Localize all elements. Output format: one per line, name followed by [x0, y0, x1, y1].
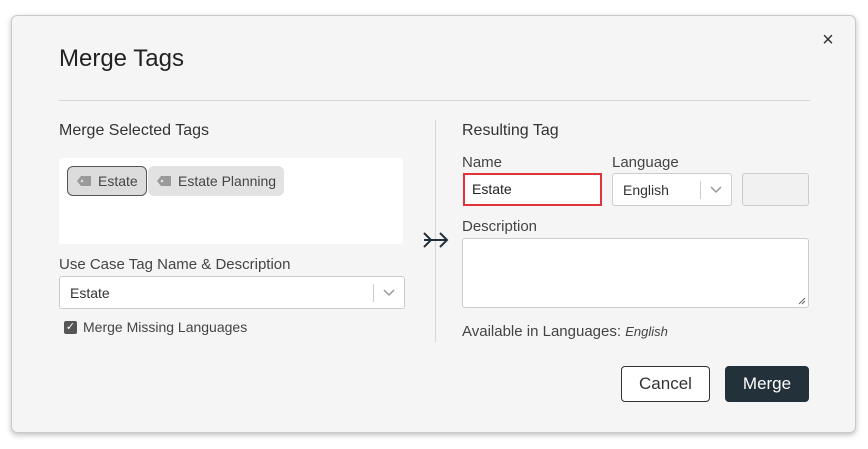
tag-chip-label: Estate Planning — [178, 173, 277, 189]
use-case-label: Use Case Tag Name & Description — [59, 256, 291, 273]
language-extra-field[interactable] — [742, 173, 809, 206]
chevron-down-icon — [374, 286, 404, 300]
language-select[interactable]: English — [612, 173, 732, 206]
tag-chip-estate-planning[interactable]: Estate Planning — [148, 166, 285, 196]
header-divider — [59, 100, 810, 101]
name-label: Name — [462, 154, 503, 171]
language-value: English — [623, 181, 669, 198]
tag-chip-estate[interactable]: Estate — [67, 166, 147, 196]
merge-button[interactable]: Merge — [725, 366, 809, 402]
resize-handle-icon[interactable] — [798, 297, 806, 305]
chevron-down-icon — [701, 183, 731, 197]
use-case-value: Estate — [70, 284, 110, 301]
merge-missing-checkbox[interactable]: ✓ — [64, 321, 77, 334]
merge-missing-label: Merge Missing Languages — [83, 319, 248, 335]
tag-chip-label: Estate — [98, 173, 138, 189]
selected-tags-box: Estate Estate Planning — [59, 158, 403, 244]
merge-arrow-icon — [423, 232, 449, 248]
use-case-select[interactable]: Estate — [59, 276, 405, 309]
available-languages: Available in Languages: English — [462, 323, 668, 340]
dialog-title: Merge Tags — [59, 45, 184, 72]
description-label: Description — [462, 218, 538, 235]
merge-tags-dialog: × Merge Tags Merge Selected Tags Estate … — [11, 15, 856, 433]
tag-icon — [77, 176, 91, 186]
name-input[interactable]: Estate — [463, 173, 602, 206]
available-languages-label: Available in Languages: — [462, 323, 622, 340]
cancel-button[interactable]: Cancel — [621, 366, 710, 402]
close-icon[interactable]: × — [818, 30, 838, 50]
resulting-tag-heading: Resulting Tag — [462, 122, 559, 139]
tag-icon — [157, 176, 171, 186]
available-languages-value: English — [625, 324, 668, 339]
description-textarea[interactable] — [462, 238, 809, 308]
language-label: Language — [612, 154, 679, 171]
merge-selected-tags-heading: Merge Selected Tags — [59, 122, 210, 139]
